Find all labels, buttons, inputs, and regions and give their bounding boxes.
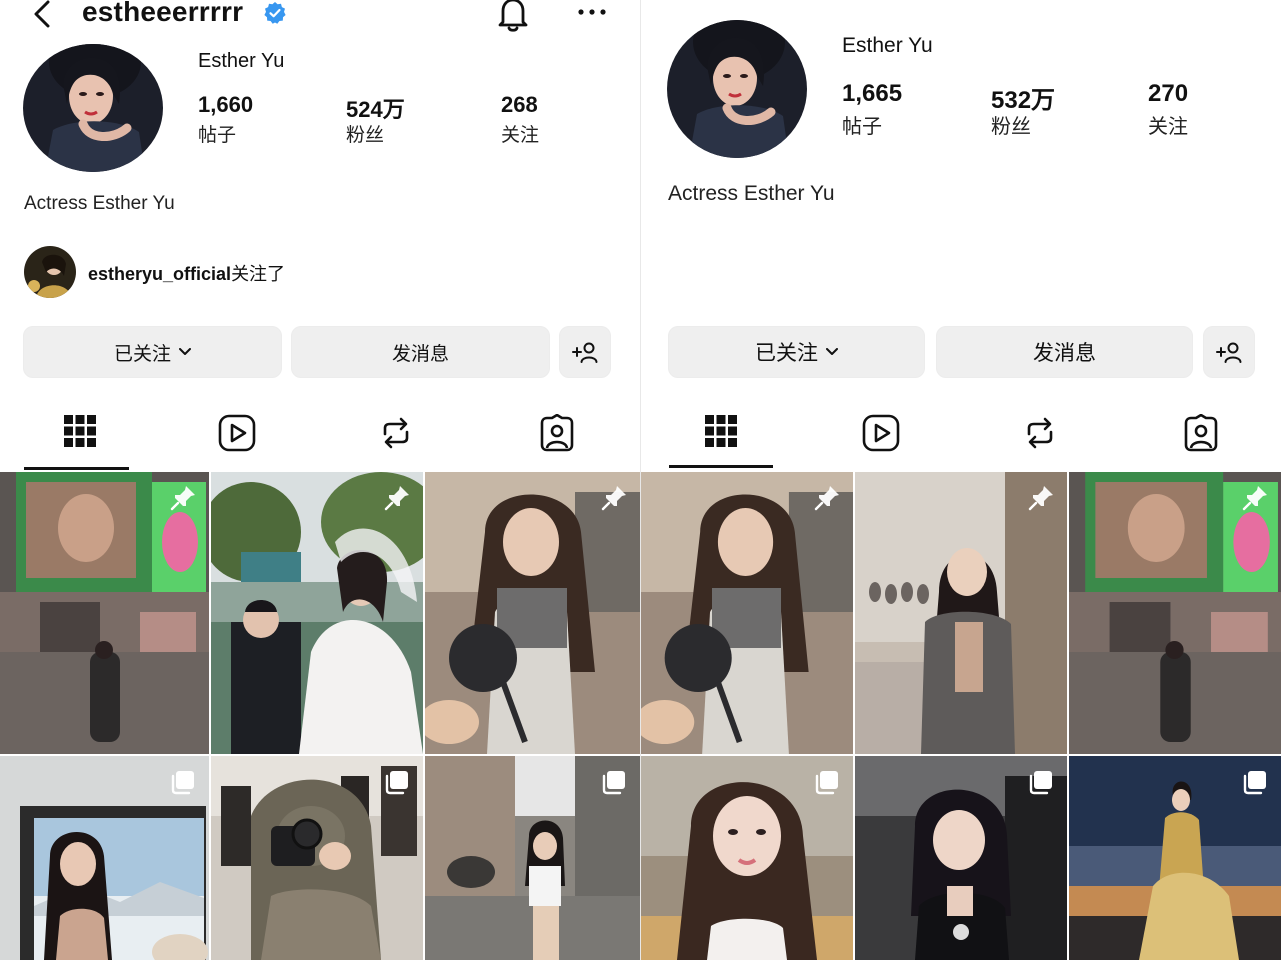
message-button-label: 发消息: [391, 343, 449, 365]
tab-reposts[interactable]: [960, 406, 1120, 472]
posts-grid: [641, 472, 1281, 960]
pin-icon: [814, 486, 839, 511]
followers-label: 粉丝: [991, 116, 1031, 138]
message-button[interactable]: 发消息: [936, 326, 1193, 378]
suggested-users-button[interactable]: [559, 326, 611, 378]
post-thumbnail[interactable]: [211, 756, 423, 960]
repost-icon: [1027, 417, 1053, 449]
followed-by-row[interactable]: estheryu_official关注了: [24, 246, 424, 300]
notification-bell-icon[interactable]: [495, 0, 531, 34]
post-image: [641, 472, 853, 754]
pin-icon: [601, 486, 626, 511]
profile-avatar[interactable]: [23, 44, 163, 172]
chevron-down-icon: [826, 348, 838, 355]
add-person-icon: [572, 342, 598, 363]
post-image: [211, 472, 423, 754]
tab-tagged[interactable]: [1121, 406, 1281, 472]
posts-label: 帖子: [198, 125, 237, 146]
following-count[interactable]: 270: [1148, 80, 1188, 108]
profile-screenshot-left: estheeerrrrr Esther Yu 1,660 帖子 524万 粉丝: [0, 0, 640, 960]
bio-text: Actress Esther Yu: [24, 193, 175, 214]
tagged-icon: [540, 414, 574, 452]
tab-reels[interactable]: [157, 406, 317, 472]
post-thumbnail[interactable]: [425, 472, 640, 754]
following-button[interactable]: 已关注: [668, 326, 925, 378]
posts-count[interactable]: 1,660: [198, 92, 253, 118]
post-thumbnail[interactable]: [641, 756, 853, 960]
carousel-icon: [815, 771, 838, 795]
carousel-icon: [1029, 771, 1052, 795]
reels-icon: [862, 414, 900, 452]
post-thumbnail[interactable]: [425, 756, 640, 960]
following-button-label: 已关注: [755, 342, 818, 365]
posts-grid: [0, 472, 640, 960]
verified-badge-icon: [264, 2, 286, 24]
reels-icon: [218, 414, 256, 452]
followed-by-text: estheryu_official关注了: [88, 260, 285, 286]
pin-icon: [1028, 486, 1053, 511]
posts-label: 帖子: [842, 116, 882, 138]
message-button[interactable]: 发消息: [291, 326, 550, 378]
pin-icon: [384, 486, 409, 511]
add-person-icon: [1216, 342, 1242, 363]
pin-icon: [170, 486, 195, 511]
active-tab-indicator: [24, 467, 129, 470]
following-button[interactable]: 已关注: [23, 326, 282, 378]
post-thumbnail[interactable]: [0, 472, 209, 754]
profile-tabs: [641, 406, 1281, 472]
display-name: Esther Yu: [198, 50, 285, 72]
post-image: [1069, 472, 1281, 754]
grid-icon: [705, 415, 737, 447]
following-label: 关注: [1148, 116, 1188, 138]
more-options-icon[interactable]: [576, 0, 608, 24]
profile-tabs: [0, 406, 640, 472]
following-label: 关注: [501, 125, 540, 146]
post-thumbnail[interactable]: [0, 756, 209, 960]
tab-tagged[interactable]: [477, 406, 637, 472]
display-name: Esther Yu: [842, 34, 933, 57]
post-thumbnail[interactable]: [641, 472, 853, 754]
grid-icon: [64, 415, 96, 447]
post-thumbnail[interactable]: [855, 756, 1067, 960]
carousel-icon: [1243, 771, 1266, 795]
post-image: [425, 472, 640, 754]
followed-by-suffix: 关注了: [231, 264, 286, 284]
post-image: [855, 472, 1067, 754]
chevron-down-icon: [179, 348, 191, 355]
post-thumbnail[interactable]: [1069, 756, 1281, 960]
tab-reposts[interactable]: [316, 406, 476, 472]
post-thumbnail[interactable]: [211, 472, 423, 754]
followed-by-username[interactable]: estheryu_official: [88, 264, 231, 284]
follower-avatar: [24, 246, 76, 298]
back-arrow-icon[interactable]: [28, 0, 58, 30]
following-button-label: 已关注: [113, 343, 171, 365]
followers-label: 粉丝: [346, 125, 385, 146]
carousel-icon: [385, 771, 408, 795]
bio-text: Actress Esther Yu: [668, 182, 835, 205]
carousel-icon: [602, 771, 625, 795]
tab-posts-grid[interactable]: [641, 406, 801, 472]
suggested-users-button[interactable]: [1203, 326, 1255, 378]
profile-screenshot-right: Esther Yu 1,665 帖子 532万 粉丝 270 关注 Actres…: [641, 0, 1281, 960]
top-bar: estheeerrrrr: [0, 0, 640, 36]
username-handle: estheeerrrrr: [82, 0, 244, 27]
following-count[interactable]: 268: [501, 92, 538, 118]
post-thumbnail[interactable]: [855, 472, 1067, 754]
post-thumbnail[interactable]: [1069, 472, 1281, 754]
post-image: [0, 472, 209, 754]
tab-reels[interactable]: [801, 406, 961, 472]
posts-count[interactable]: 1,665: [842, 80, 902, 108]
profile-avatar[interactable]: [667, 20, 807, 158]
carousel-icon: [171, 771, 194, 795]
tab-posts-grid[interactable]: [0, 406, 160, 472]
pin-icon: [1242, 486, 1267, 511]
message-button-label: 发消息: [1033, 342, 1096, 365]
repost-icon: [383, 417, 409, 449]
tagged-icon: [1184, 414, 1218, 452]
active-tab-indicator: [669, 465, 773, 468]
